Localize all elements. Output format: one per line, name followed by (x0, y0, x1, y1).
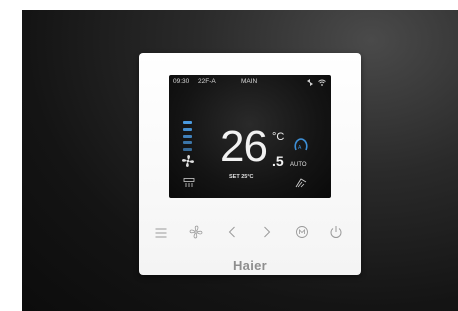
wifi-icon (318, 78, 326, 92)
fan-icon (181, 154, 195, 173)
menu-button[interactable] (151, 224, 171, 244)
auto-mode-icon: A (294, 137, 308, 158)
fan-speed-bar (183, 127, 192, 131)
mode-label: AUTO (290, 162, 307, 168)
left-button[interactable] (222, 224, 242, 244)
power-button[interactable] (326, 224, 346, 244)
svg-text:A: A (298, 145, 302, 151)
status-bar: 09:30 22F-A MAIN (169, 75, 331, 89)
fan-icon (189, 225, 203, 244)
mode-button[interactable] (292, 224, 312, 244)
control-buttons (139, 224, 361, 244)
status-time: 09:30 (173, 78, 190, 85)
mode-icon (295, 225, 309, 244)
temperature-decimal: .5 (272, 153, 284, 169)
thermostat-panel: 09:30 22F-A MAIN 26 °C .5 SET 25°C A AUT… (139, 53, 361, 275)
vent-icon (183, 175, 195, 193)
chevron-right-icon (263, 225, 271, 243)
brand-logo: Haier (232, 258, 268, 273)
fan-speed-bar (183, 121, 192, 124)
arrows-icon (306, 78, 314, 92)
fan-speed-bar (183, 134, 192, 138)
power-icon (329, 225, 343, 244)
swing-icon (295, 175, 307, 193)
thermostat-display: 09:30 22F-A MAIN 26 °C .5 SET 25°C A AUT… (169, 75, 331, 198)
fan-speed-bar (183, 148, 192, 151)
fan-button[interactable] (186, 224, 206, 244)
current-temperature: 26 (220, 122, 268, 171)
fan-speed-bar (183, 141, 192, 145)
set-temperature: SET 25°C (229, 174, 254, 180)
status-code: 22F-A (198, 78, 216, 85)
status-mode: MAIN (241, 78, 258, 85)
menu-icon (155, 225, 167, 243)
status-icons (306, 78, 326, 92)
temperature-unit: °C (272, 131, 285, 143)
fan-speed-indicator (183, 121, 193, 151)
right-button[interactable] (257, 224, 277, 244)
chevron-left-icon (228, 225, 236, 243)
